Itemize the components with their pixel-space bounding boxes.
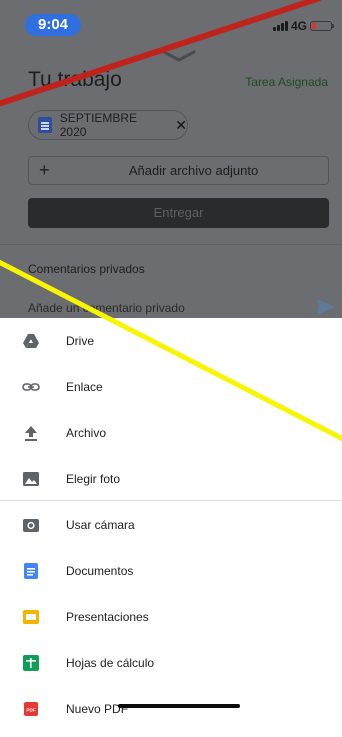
camera-icon (23, 519, 39, 532)
sheets-icon (23, 655, 39, 671)
slides-icon (23, 610, 39, 624)
sheet-divider (0, 500, 342, 501)
document-icon (38, 117, 52, 133)
attached-file-name: SEPTIEMBRE 2020 (59, 111, 138, 139)
attachment-options-sheet: Drive Enlace Archivo Elegir foto Usar cá… (0, 318, 342, 737)
upload-icon (25, 426, 37, 441)
status-badge: Tarea Asignada (245, 75, 328, 89)
page-title: Tu trabajo (28, 68, 122, 91)
divider (0, 244, 342, 245)
attached-file-chip[interactable]: SEPTIEMBRE 2020 ✕ (28, 110, 188, 140)
drive-icon (23, 334, 39, 348)
network-label: 4G (290, 19, 307, 33)
status-bar: 9:04 4G (0, 0, 342, 40)
sheet-item-label: Hojas de cálculo (66, 656, 155, 670)
assignment-screen: 9:04 4G Tu trabajo Tarea Asignada SEPTIE… (0, 0, 342, 318)
battery-icon (310, 21, 334, 31)
sheet-item-link[interactable]: Enlace (0, 366, 342, 410)
signal-icon (272, 21, 288, 31)
sheet-item-label: Usar cámara (66, 518, 135, 532)
submit-button[interactable]: Entregar (28, 198, 329, 228)
send-icon[interactable] (316, 298, 336, 316)
sheet-item-label: Enlace (66, 380, 103, 394)
chevron-down-icon[interactable] (162, 50, 196, 62)
docs-icon (24, 563, 38, 579)
sheet-item-label: Drive (66, 334, 95, 348)
sheet-item-label: Presentaciones (66, 610, 149, 624)
status-time: 9:04 (25, 14, 81, 36)
svg-text:PDF: PDF (26, 708, 35, 713)
sheet-item-camera[interactable]: Usar cámara (0, 504, 342, 548)
sheet-item-docs[interactable]: Documentos (0, 550, 342, 594)
sheet-item-drive[interactable]: Drive (0, 320, 342, 364)
sheet-item-photo[interactable]: Elegir foto (0, 458, 342, 502)
sheet-item-slides[interactable]: Presentaciones (0, 596, 342, 640)
sheet-item-pdf[interactable]: PDF Nuevo PDF (0, 688, 342, 732)
add-attachment-button[interactable]: + Añadir archivo adjunto (28, 156, 329, 185)
home-indicator (118, 704, 240, 708)
sheet-item-sheets[interactable]: Hojas de cálculo (0, 642, 342, 686)
private-comment-input[interactable]: Añade un comentario privado (28, 301, 185, 315)
link-icon (22, 383, 40, 391)
sheet-item-label: Documentos (66, 564, 134, 578)
pdf-icon: PDF (24, 702, 38, 716)
status-indicators: 4G (272, 19, 334, 33)
sheet-item-file[interactable]: Archivo (0, 412, 342, 456)
sheet-item-label: Archivo (66, 426, 107, 440)
comments-title: Comentarios privados (28, 262, 145, 276)
photo-icon (23, 472, 39, 486)
sheet-item-label: Elegir foto (66, 472, 121, 486)
close-icon[interactable]: ✕ (175, 117, 187, 134)
add-attachment-label: Añadir archivo adjunto (128, 163, 259, 178)
